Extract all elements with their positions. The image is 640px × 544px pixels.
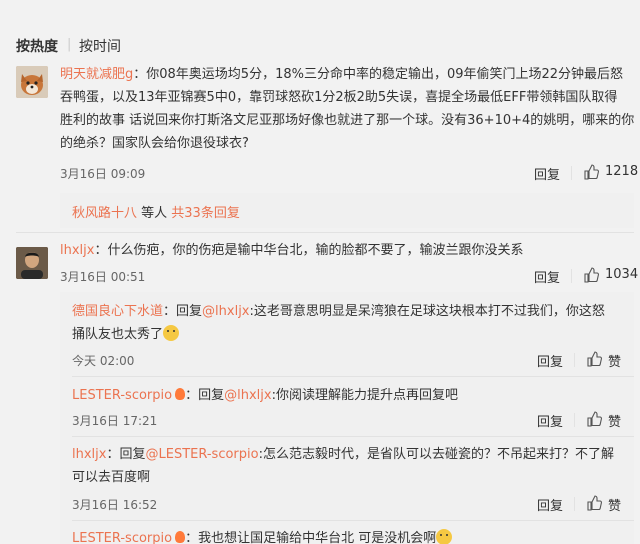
reply-mention[interactable]: @lhxljx xyxy=(224,388,271,403)
emoji-icon xyxy=(163,325,180,341)
fire-badge-icon xyxy=(175,531,186,543)
like-button-label[interactable]: 赞 xyxy=(608,495,621,514)
reply-button[interactable]: 回复 xyxy=(534,267,560,286)
reply-button[interactable]: 回复 xyxy=(537,351,563,370)
sort-by-time[interactable]: 按时间 xyxy=(79,36,121,56)
reply-username[interactable]: lhxljx xyxy=(72,447,106,462)
reply-time: 3月16日 16:52 xyxy=(72,498,158,512)
avatar[interactable] xyxy=(16,66,48,98)
reply-mention[interactable]: @LESTER-scorpio xyxy=(145,447,258,462)
reply-summary[interactable]: 秋风路十八 等人 共33条回复 xyxy=(72,202,240,221)
comment-text-line: 的绝杀？国家队会给你退役球衣? xyxy=(60,136,249,151)
comment-text: 明天就减肥g：你08年奥运场均5分，18%三分命中率的稳定输出，09年偷笑门上场… xyxy=(60,67,624,82)
divider xyxy=(16,232,634,233)
fire-badge-icon xyxy=(175,388,186,400)
divider xyxy=(574,413,575,427)
reply-button[interactable]: 回复 xyxy=(534,164,560,183)
reply-text: 德国良心下水道：回复@lhxljx:这老哥意思明显是呆湾狼在足球这块根本打不过我… xyxy=(72,304,605,319)
reply-text: LESTER-scorpio ：回复@lhxljx:你阅读理解能力提升点再回复吧 xyxy=(72,388,458,403)
reply-username[interactable]: LESTER-scorpio xyxy=(72,531,172,544)
comment-text: lhxljx：什么伤疤，你的伤疤是输中华台北，输的脸都不要了，输波兰跟你没关系 xyxy=(60,243,524,258)
like-button-label[interactable]: 赞 xyxy=(608,411,621,430)
divider xyxy=(574,353,575,367)
thumbs-up-icon[interactable] xyxy=(583,164,599,180)
comment-username[interactable]: lhxljx xyxy=(60,243,94,258)
reply-time: 今天 02:00 xyxy=(72,354,135,368)
avatar[interactable] xyxy=(16,247,48,279)
divider xyxy=(571,269,572,283)
reply-username[interactable]: LESTER-scorpio xyxy=(72,388,172,403)
emoji-icon xyxy=(436,529,453,544)
reply-button[interactable]: 回复 xyxy=(537,411,563,430)
comment-time: 3月16日 09:09 xyxy=(60,167,146,181)
reply-username[interactable]: 德国良心下水道 xyxy=(72,304,163,319)
reply-text: LESTER-scorpio ：我也想让国足输给中华台北 可是没机会啊 xyxy=(72,527,453,544)
like-count: 1034 xyxy=(605,267,639,282)
comment-text-line: 吞鸭蛋，以及13年亚锦赛5中0，靠罚球怒砍1分2板2助5失误，喜提全场最低EFF… xyxy=(60,90,618,105)
thumbs-up-icon[interactable] xyxy=(583,267,599,283)
like-count: 1218 xyxy=(605,164,639,179)
reply-button[interactable]: 回复 xyxy=(537,495,563,514)
divider xyxy=(571,166,572,180)
thumbs-up-icon[interactable] xyxy=(586,411,602,427)
divider xyxy=(574,497,575,511)
sort-separator: | xyxy=(67,37,72,52)
divider xyxy=(72,520,634,521)
comment-time: 3月16日 00:51 xyxy=(60,270,146,284)
reply-text-line: 捅队友也太秀了 xyxy=(72,323,180,346)
divider xyxy=(72,376,634,377)
thumbs-up-icon[interactable] xyxy=(586,495,602,511)
reply-mention[interactable]: @lhxljx xyxy=(202,304,249,319)
reply-time: 3月16日 17:21 xyxy=(72,414,158,428)
comment-text-line: 胜利的故事 话说回来你打斯洛文尼亚那场好像也就进了那一个球。没有36+10+4的… xyxy=(60,113,635,128)
like-button-label[interactable]: 赞 xyxy=(608,351,621,370)
comment-username[interactable]: 明天就减肥g xyxy=(60,67,133,82)
sort-by-hot[interactable]: 按热度 xyxy=(16,36,58,56)
thumbs-up-icon[interactable] xyxy=(586,351,602,367)
divider xyxy=(72,436,634,437)
reply-text: lhxljx：回复@LESTER-scorpio:怎么范志毅时代，是省队可以去碰… xyxy=(72,447,614,462)
reply-text-line: 可以去百度啊 xyxy=(72,470,151,485)
